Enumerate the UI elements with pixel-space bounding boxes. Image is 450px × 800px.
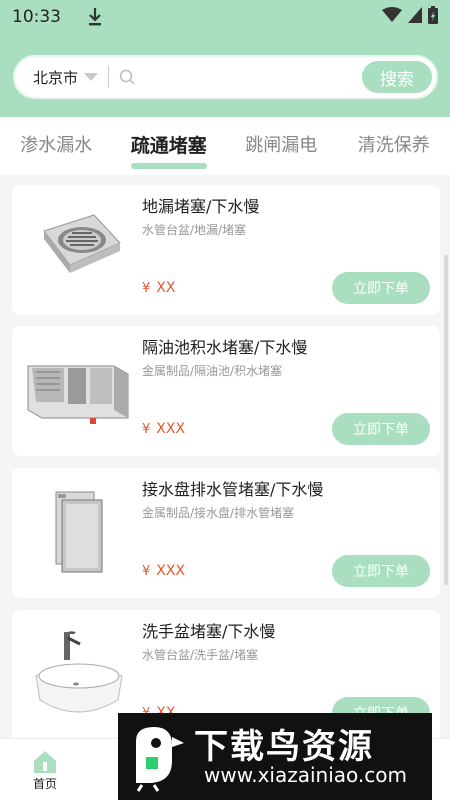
- product-tags: 金属制品/隔油池/积水堵塞: [142, 364, 283, 378]
- product-price: ¥ XXX: [142, 563, 185, 579]
- product-card[interactable]: 地漏堵塞/下水慢 水管台盆/地漏/堵塞 ¥ XX 立即下单: [12, 185, 440, 315]
- product-title: 地漏堵塞/下水慢: [142, 197, 260, 216]
- category-tabs: 渗水漏水 疏通堵塞 跳闸漏电 清洗保养: [0, 117, 450, 175]
- watermark-title: 下载鸟资源: [194, 727, 374, 767]
- product-card[interactable]: 接水盘排水管堵塞/下水慢 金属制品/接水盘/排水管堵塞 ¥ XXX 立即下单: [12, 468, 440, 598]
- product-title: 洗手盆堵塞/下水慢: [142, 622, 276, 641]
- order-button[interactable]: 立即下单: [332, 555, 430, 587]
- watermark-url: www.xiazainiao.com: [204, 763, 407, 787]
- product-card[interactable]: 隔油池积水堵塞/下水慢 金属制品/隔油池/积水堵塞 ¥ XXX 立即下单: [12, 326, 440, 456]
- product-price: ¥ XXX: [142, 421, 185, 437]
- city-selector[interactable]: 北京市: [33, 67, 78, 88]
- status-icons: [382, 6, 438, 28]
- grease-trap-image: [24, 344, 132, 434]
- search-bar: 北京市 搜索: [13, 55, 438, 99]
- price-value: XX: [156, 280, 176, 296]
- order-button[interactable]: 立即下单: [332, 413, 430, 445]
- bird-logo-icon: [126, 721, 190, 793]
- product-tags: 水管台盆/地漏/堵塞: [142, 223, 247, 237]
- status-time: 10:33: [12, 7, 61, 27]
- tab-tripping[interactable]: 跳闸漏电: [225, 117, 338, 175]
- price-value: XXX: [156, 421, 186, 437]
- search-button[interactable]: 搜索: [362, 61, 432, 93]
- status-bar: 10:33: [0, 0, 450, 34]
- signal-icon: [408, 7, 422, 27]
- search-input[interactable]: [143, 62, 364, 92]
- product-list[interactable]: 地漏堵塞/下水慢 水管台盆/地漏/堵塞 ¥ XX 立即下单 隔油池积水堵塞/下水慢…: [0, 175, 450, 738]
- tab-seepage[interactable]: 渗水漏水: [0, 117, 113, 175]
- home-icon: [32, 749, 58, 775]
- currency-symbol: ¥: [142, 564, 151, 579]
- product-tags: 水管台盆/洗手盆/堵塞: [142, 648, 259, 662]
- floor-drain-image: [24, 203, 132, 293]
- washbasin-image: [24, 628, 132, 718]
- scrollbar[interactable]: [444, 255, 448, 585]
- nav-home[interactable]: 首页: [0, 739, 90, 800]
- header: 10:33 北京市 搜索: [0, 0, 450, 117]
- tab-unclog[interactable]: 疏通堵塞: [113, 117, 226, 175]
- currency-symbol: ¥: [142, 281, 151, 296]
- wifi-icon: [382, 7, 402, 27]
- search-icon: [119, 69, 135, 85]
- product-price: ¥ XX: [142, 280, 175, 296]
- drip-tray-image: [24, 486, 132, 576]
- product-title: 隔油池积水堵塞/下水慢: [142, 338, 308, 357]
- order-button[interactable]: 立即下单: [332, 272, 430, 304]
- watermark-overlay: 下载鸟资源 www.xiazainiao.com: [118, 713, 432, 800]
- download-icon: [87, 7, 103, 27]
- battery-icon: [428, 6, 438, 28]
- chevron-down-icon[interactable]: [84, 73, 99, 81]
- tab-cleaning[interactable]: 清洗保养: [338, 117, 450, 175]
- divider: [108, 66, 110, 88]
- product-title: 接水盘排水管堵塞/下水慢: [142, 480, 324, 499]
- product-tags: 金属制品/接水盘/排水管堵塞: [142, 506, 295, 520]
- currency-symbol: ¥: [142, 422, 151, 437]
- nav-home-label: 首页: [32, 777, 57, 791]
- price-value: XXX: [156, 563, 186, 579]
